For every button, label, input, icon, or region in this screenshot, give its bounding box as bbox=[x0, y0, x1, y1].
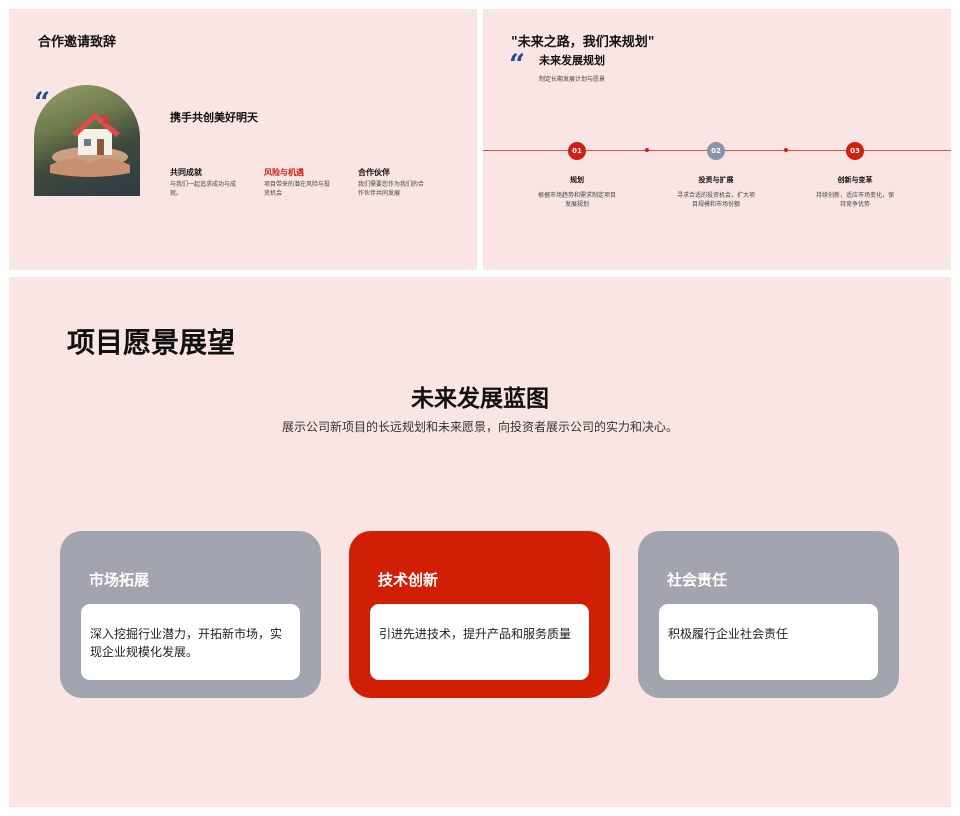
card-body: 积极履行企业社会责任 bbox=[659, 604, 878, 680]
slide-future-roadmap[interactable]: "未来之路，我们来规划" “ 未来发展规划 制定长期发展计划与愿景 01 规划 … bbox=[483, 9, 951, 270]
step-desc-innovate: 持续创新，适应市场变化，保持竞争优势 bbox=[815, 192, 894, 208]
slide-title: 合作邀请致辞 bbox=[38, 35, 117, 50]
slide-project-vision[interactable]: 项目愿景展望 未来发展蓝图 展示公司新项目的长远规划和未来愿景，向投资者展示公司… bbox=[9, 277, 951, 807]
step-title-plan: 规划 bbox=[570, 176, 584, 184]
card-title: 社会责任 bbox=[667, 571, 728, 589]
card-social-responsibility: 社会责任 积极履行企业社会责任 bbox=[638, 531, 899, 698]
step-title-invest: 投资与扩展 bbox=[698, 176, 734, 184]
step-badge-02: 02 bbox=[707, 142, 725, 160]
house-in-hands-image bbox=[34, 85, 140, 196]
slide-title: 项目愿景展望 bbox=[67, 326, 236, 359]
slide-subtitle: 未来发展规划 bbox=[539, 54, 605, 67]
step-desc-plan: 根据市场趋势和需求制定项目发展规划 bbox=[537, 192, 616, 208]
slide-heading: 未来发展蓝图 bbox=[411, 386, 549, 412]
column-title-partner: 合作伙伴 bbox=[358, 168, 390, 177]
card-title: 市场拓展 bbox=[89, 571, 150, 589]
card-desc: 引进先进技术，提升产品和服务质量 bbox=[379, 627, 572, 641]
step-badge-03: 03 bbox=[846, 142, 864, 160]
card-title: 技术创新 bbox=[378, 571, 439, 589]
step-badge-01: 01 bbox=[568, 142, 586, 160]
column-desc-partner: 我们需要您作为我们的合作伙伴共同发展 bbox=[358, 181, 425, 197]
column-desc-achievement: 与我们一起追求成功与成就。 bbox=[170, 181, 237, 197]
slide-description: 展示公司新项目的长远规划和未来愿景，向投资者展示公司的实力和决心。 bbox=[281, 420, 678, 434]
slide-title: "未来之路，我们来规划" bbox=[511, 35, 655, 50]
step-desc-invest: 寻求合适的投资机会，扩大项目规模和市场份额 bbox=[676, 192, 755, 208]
card-desc: 深入挖掘行业潜力，开拓新市场，实现企业规模化发展。 bbox=[90, 627, 283, 659]
house-icon bbox=[50, 113, 130, 177]
card-market-expansion: 市场拓展 深入挖掘行业潜力，开拓新市场，实现企业规模化发展。 bbox=[60, 531, 321, 698]
card-tech-innovation: 技术创新 引进先进技术，提升产品和服务质量 bbox=[349, 531, 610, 698]
column-desc-risk: 项目带来的潜在风险与投资机会 bbox=[264, 181, 331, 197]
slide-cooperation-invitation[interactable]: 合作邀请致辞 “ 携手共创美好明天 共同成就 与我们一起追求成功与成就。 风险与… bbox=[9, 9, 477, 270]
slide-subtitle-desc: 制定长期发展计划与愿景 bbox=[539, 76, 606, 83]
column-title-risk: 风险与机遇 bbox=[264, 168, 304, 177]
timeline-dot bbox=[645, 148, 649, 152]
step-title-innovate: 创新与变革 bbox=[837, 176, 873, 184]
card-body: 引进先进技术，提升产品和服务质量 bbox=[370, 604, 589, 680]
quote-mark-icon: “ bbox=[509, 48, 525, 81]
timeline-dot bbox=[784, 148, 788, 152]
card-desc: 积极履行企业社会责任 bbox=[668, 627, 789, 641]
card-body: 深入挖掘行业潜力，开拓新市场，实现企业规模化发展。 bbox=[81, 604, 300, 680]
slide-heading: 携手共创美好明天 bbox=[170, 111, 258, 124]
column-title-achievement: 共同成就 bbox=[170, 168, 202, 177]
